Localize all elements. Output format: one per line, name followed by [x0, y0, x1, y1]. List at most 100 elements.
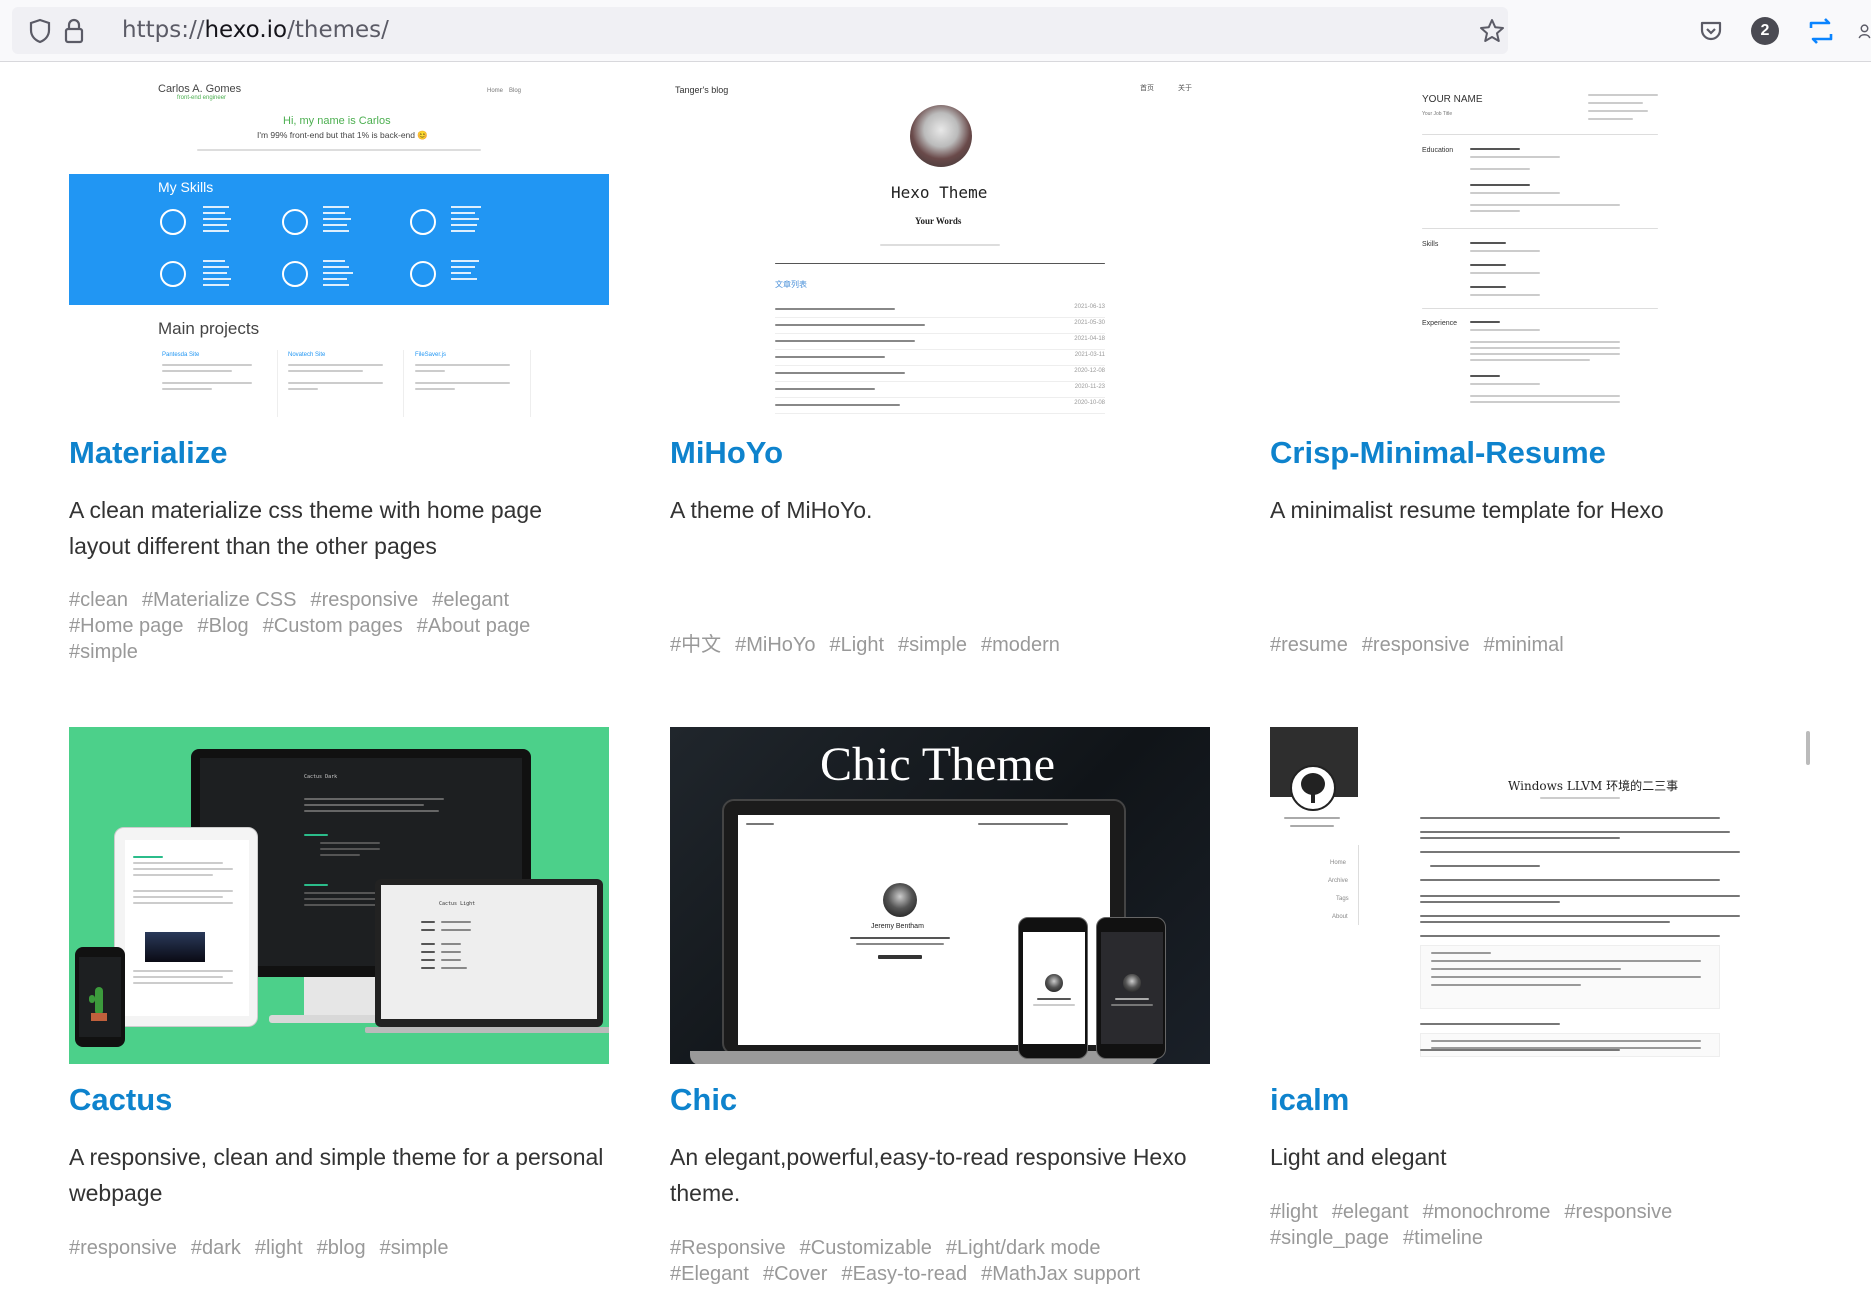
preview-site-title: Hexo Theme	[891, 183, 988, 202]
preview-tagline: I'm 99% front-end but that 1% is back-en…	[257, 130, 428, 140]
preview-date: 2021-04-18	[1074, 336, 1105, 342]
theme-description: A minimalist resume template for Hexo	[1270, 497, 1664, 523]
theme-preview-mihoyo[interactable]: Tanger's blog 首页 关于 Hexo Theme Your Word…	[670, 80, 1210, 417]
theme-title-link[interactable]: Cactus	[69, 1082, 172, 1118]
preview-section-experience: Experience	[1422, 320, 1458, 327]
theme-tag[interactable]: #Easy-to-read	[841, 1261, 967, 1287]
preview-date: 2020-11-23	[1074, 384, 1105, 390]
menu-overflow-icon[interactable]	[1858, 18, 1871, 44]
theme-tag[interactable]: #Light/dark mode	[946, 1235, 1101, 1261]
theme-tag[interactable]: #MathJax support	[981, 1261, 1140, 1287]
theme-preview-icalm[interactable]: Home Archive Tags About Windows LLVM 环境的…	[1270, 727, 1810, 1064]
theme-title-link[interactable]: MiHoYo	[670, 435, 783, 471]
preview-menu-tags: Tags	[1336, 896, 1349, 902]
theme-tag[interactable]: #light	[1270, 1199, 1318, 1225]
theme-tag[interactable]: #elegant	[1332, 1199, 1409, 1225]
preview-phone	[75, 947, 125, 1047]
theme-tag[interactable]: #Elegant	[670, 1261, 749, 1287]
theme-preview-materialize[interactable]: Carlos A. Gomes front-end engineer Home …	[69, 80, 609, 417]
theme-tag[interactable]: #light	[255, 1235, 303, 1261]
theme-description: An elegant,powerful,easy-to-read respons…	[670, 1144, 1187, 1206]
theme-tag[interactable]: #Customizable	[800, 1235, 932, 1261]
preview-person-name: Jeremy Bentham	[871, 923, 924, 930]
preview-tree-logo	[1290, 765, 1336, 811]
preview-tablet	[114, 827, 258, 1027]
theme-tag[interactable]: #simple	[69, 639, 138, 665]
sync-icon[interactable]	[1805, 15, 1837, 47]
theme-tag[interactable]: #About page	[417, 613, 530, 639]
preview-date: 2020-10-08	[1074, 400, 1105, 406]
preview-chic-headline: Chic Theme	[820, 738, 1056, 791]
theme-description: A clean materialize css theme with home …	[69, 497, 543, 559]
theme-tag[interactable]: #Materialize CSS	[142, 587, 297, 613]
preview-avatar	[883, 883, 917, 917]
preview-skills-panel: My Skills	[69, 174, 609, 305]
extension-badge-icon[interactable]: 2	[1751, 17, 1779, 45]
preview-project-3: FileSaver.js	[415, 352, 447, 358]
theme-tag[interactable]: #中文	[670, 632, 721, 658]
theme-tag[interactable]: #monochrome	[1423, 1199, 1551, 1225]
theme-tag[interactable]: #simple	[898, 632, 967, 658]
preview-blog-name: Tanger's blog	[675, 85, 729, 95]
theme-title-link[interactable]: icalm	[1270, 1082, 1349, 1118]
theme-tag[interactable]: #timeline	[1403, 1225, 1483, 1251]
theme-description: A theme of MiHoYo.	[670, 497, 873, 523]
theme-tag[interactable]: #modern	[981, 632, 1060, 658]
theme-tags: #resume #responsive #minimal	[1270, 632, 1810, 658]
pocket-icon[interactable]	[1696, 16, 1726, 46]
preview-greeting: Hi, my name is Carlos	[283, 115, 391, 127]
preview-projects-title: Main projects	[158, 319, 260, 338]
theme-tag[interactable]: #minimal	[1484, 632, 1564, 658]
url-text[interactable]: https://hexo.io/themes/	[122, 7, 389, 54]
theme-tag[interactable]: #simple	[380, 1235, 449, 1261]
theme-title-link[interactable]: Crisp-Minimal-Resume	[1270, 435, 1606, 471]
theme-tags: #Responsive #Customizable #Light/dark mode…	[670, 1235, 1210, 1287]
theme-tag[interactable]: #single_page	[1270, 1225, 1389, 1251]
theme-tag[interactable]: #Light	[830, 632, 885, 658]
theme-tags: #clean #Materialize CSS #responsive #elegan…	[69, 587, 609, 665]
theme-tag[interactable]: #Blog	[198, 613, 249, 639]
theme-tag[interactable]: #clean	[69, 587, 128, 613]
preview-author: Carlos A. Gomes	[158, 83, 242, 95]
theme-tag[interactable]: #Home page	[69, 613, 184, 639]
theme-preview-chic[interactable]: Chic Theme Jeremy Bentham	[670, 727, 1210, 1064]
preview-menu-home: Home	[1330, 860, 1347, 866]
preview-section-education: Education	[1422, 147, 1454, 154]
preview-cactus-dark-title: Cactus Dark	[304, 774, 338, 780]
extension-badge-count: 2	[1760, 22, 1770, 39]
theme-title-link[interactable]: Chic	[670, 1082, 737, 1118]
preview-role: front-end engineer	[177, 95, 227, 101]
lock-icon[interactable]	[60, 16, 88, 46]
theme-tag[interactable]: #Custom pages	[263, 613, 403, 639]
preview-article-title: Windows LLVM 环境的二三事	[1508, 779, 1679, 793]
preview-date: 2021-06-13	[1074, 304, 1105, 310]
preview-date: 2020-12-08	[1074, 368, 1105, 374]
address-bar[interactable]: https://hexo.io/themes/	[12, 7, 1508, 54]
preview-date: 2021-03-11	[1074, 352, 1105, 358]
theme-tag[interactable]: #Cover	[763, 1261, 827, 1287]
theme-preview-cactus[interactable]: Cactus Dark Cactus Light	[69, 727, 609, 1064]
theme-tag[interactable]: #responsive	[1362, 632, 1470, 658]
preview-phone-dark	[1096, 917, 1166, 1059]
preview-nav-home: Home	[487, 88, 504, 94]
theme-tag[interactable]: #responsive	[310, 587, 418, 613]
shield-icon[interactable]	[26, 17, 54, 45]
preview-project-1: Pantesda Site	[162, 352, 200, 358]
avatar	[910, 105, 972, 167]
theme-description: A responsive, clean and simple theme for…	[69, 1144, 604, 1206]
theme-preview-crisp-minimal-resume[interactable]: YOUR NAME Your Job Title Education Skill…	[1270, 80, 1810, 417]
theme-tag[interactable]: #dark	[191, 1235, 241, 1261]
theme-tag[interactable]: #Responsive	[670, 1235, 786, 1261]
preview-nav-blog: Blog	[509, 88, 522, 94]
theme-tag[interactable]: #responsive	[1564, 1199, 1672, 1225]
theme-tag[interactable]: #resume	[1270, 632, 1348, 658]
theme-tags: #responsive #dark #light #blog #simple	[69, 1235, 609, 1261]
theme-tag[interactable]: #elegant	[432, 587, 509, 613]
preview-menu-about: About	[1332, 914, 1348, 920]
theme-title-link[interactable]: Materialize	[69, 435, 228, 471]
theme-tag[interactable]: #MiHoYo	[735, 632, 815, 658]
theme-tag[interactable]: #responsive	[69, 1235, 177, 1261]
theme-tag[interactable]: #blog	[317, 1235, 366, 1261]
bookmark-star-icon[interactable]	[1478, 17, 1506, 45]
preview-list-title: 文章列表	[775, 280, 807, 289]
